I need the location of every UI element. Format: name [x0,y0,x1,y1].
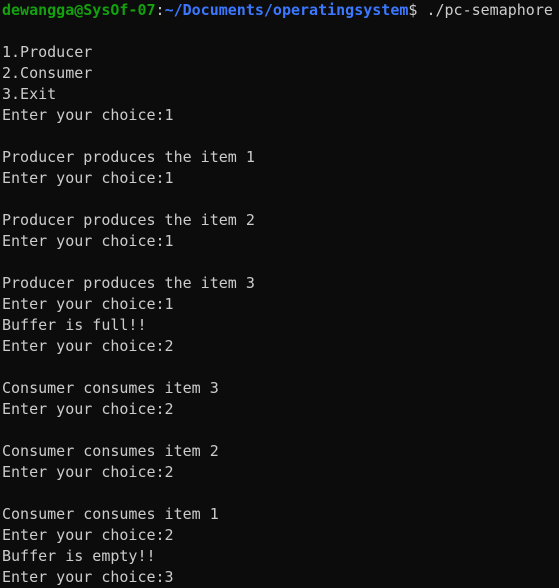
output-line: Enter your choice:1 [2,169,174,187]
output-line: 2.Consumer [2,64,93,82]
terminal-output: 1.Producer 2.Consumer 3.Exit Enter your cho… [2,21,559,588]
output-line: Enter your choice:1 [2,106,174,124]
output-line: Enter your choice:1 [2,232,174,250]
output-line: Consumer consumes item 2 [2,442,219,460]
terminal-window[interactable]: dewangga@SysOf-07:~/Documents/operatings… [0,0,559,588]
output-line: Consumer consumes item 3 [2,379,219,397]
prompt-line: dewangga@SysOf-07:~/Documents/operatings… [2,0,559,21]
prompt-path: ~/Documents/operatingsystem [164,1,409,19]
output-line: Buffer is empty!! [2,547,156,565]
output-line: Enter your choice:2 [2,463,174,481]
output-line: Producer produces the item 3 [2,274,255,292]
output-line: Enter your choice:2 [2,337,174,355]
output-line: Producer produces the item 2 [2,211,255,229]
output-line: 3.Exit [2,85,57,103]
output-line: Consumer consumes item 1 [2,505,219,523]
command-text: ./pc-semaphore [426,1,553,19]
output-line: Enter your choice:3 [2,568,174,586]
output-line: Producer produces the item 1 [2,148,255,166]
prompt-dollar: $ [408,1,427,19]
output-line: Enter your choice:2 [2,526,174,544]
output-line: Enter your choice:1 [2,295,174,313]
prompt-user-host: dewangga@SysOf-07 [2,1,156,19]
output-line: Enter your choice:2 [2,400,174,418]
output-line: Buffer is full!! [2,316,147,334]
prompt-colon: : [155,1,165,19]
output-line: 1.Producer [2,43,93,61]
